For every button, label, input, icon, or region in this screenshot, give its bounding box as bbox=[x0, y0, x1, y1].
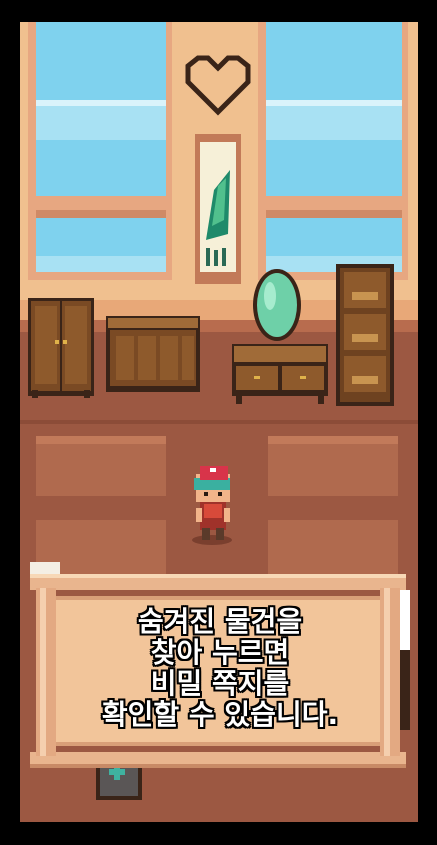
wardrobe[interactable] bbox=[28, 298, 94, 398]
dialog-line-3: 비밀 쪽지를 bbox=[150, 667, 290, 700]
dialog-line-1: 숨겨진 물건을 bbox=[137, 605, 303, 638]
dialog-message: 숨겨진 물건을 찾아 누르면 비밀 쪽지를 확인할 수 있습니다. bbox=[60, 606, 380, 730]
cabinet[interactable] bbox=[106, 316, 200, 392]
bookshelf[interactable] bbox=[336, 264, 394, 406]
window-right bbox=[258, 22, 408, 280]
wall-painting[interactable] bbox=[195, 134, 241, 284]
dialog-line-4: 확인할 수 있습니다. bbox=[101, 698, 339, 731]
dialog-line-2: 찾아 누르면 bbox=[150, 636, 290, 669]
window-left bbox=[28, 22, 172, 280]
